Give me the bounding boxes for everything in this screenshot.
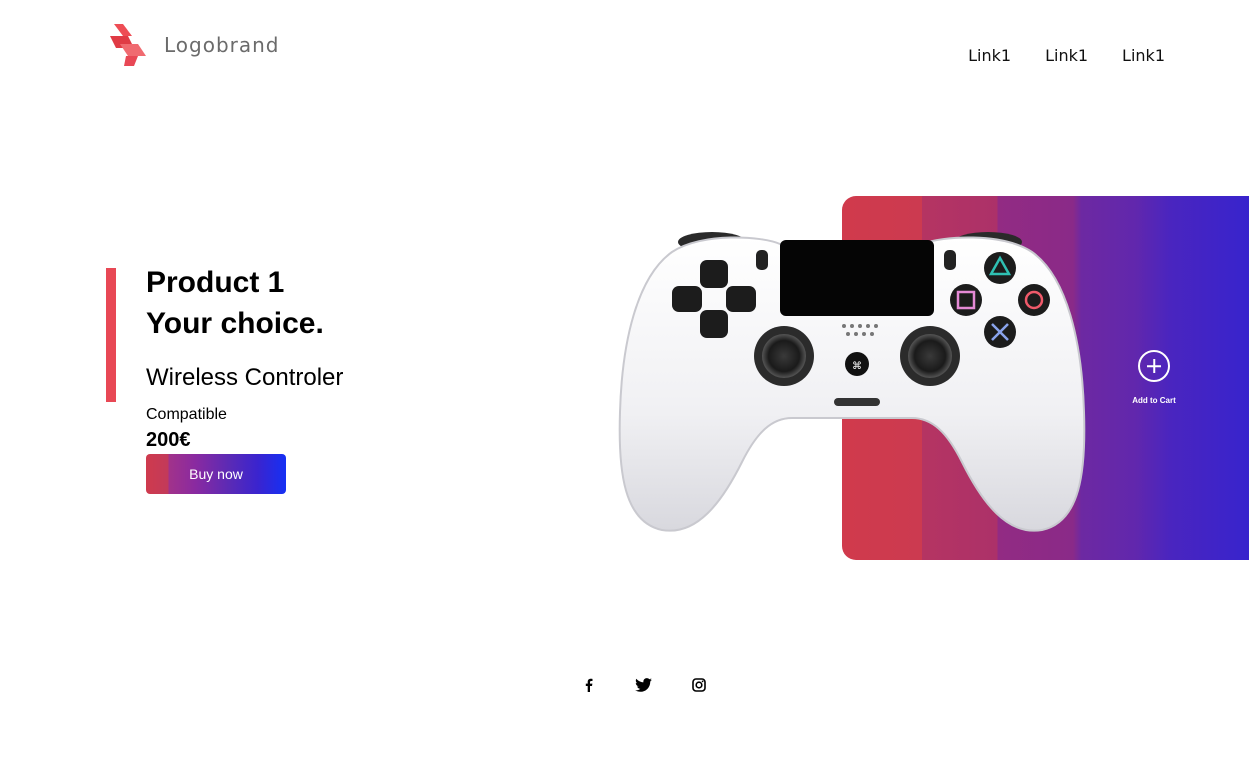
add-to-cart-button[interactable]: Add to Cart <box>1126 350 1182 405</box>
brand-name: Logobrand <box>164 33 280 57</box>
twitter-icon <box>635 678 652 692</box>
twitter-link[interactable] <box>635 678 692 697</box>
product-subtitle: Wireless Controler <box>146 364 344 391</box>
plus-circle-icon <box>1138 350 1170 382</box>
add-to-cart-label: Add to Cart <box>1132 396 1176 405</box>
brand-logo[interactable]: Logobrand <box>108 22 280 68</box>
svg-text:⌘: ⌘ <box>852 361 862 372</box>
title-line-2: Your choice. <box>146 307 324 340</box>
nav-link-1[interactable]: Link1 <box>968 46 1011 65</box>
nav-link-2[interactable]: Link1 <box>1045 46 1088 65</box>
facebook-link[interactable] <box>583 678 635 697</box>
instagram-link[interactable] <box>692 678 706 697</box>
nav-link-3[interactable]: Link1 <box>1122 46 1165 65</box>
title-line-1: Product 1 <box>146 266 285 299</box>
product-price: 200€ <box>146 429 191 451</box>
top-nav: Link1 Link1 Link1 <box>968 46 1165 65</box>
social-links <box>583 678 706 697</box>
buy-now-button[interactable]: Buy now <box>146 454 286 494</box>
compatibility-label: Compatible <box>146 406 227 423</box>
facebook-icon <box>585 678 593 692</box>
instagram-icon <box>692 678 706 692</box>
landing-page: Logobrand Link1 Link1 Link1 Product 1 Yo… <box>0 0 1249 764</box>
product-title: Product 1 Your choice. <box>146 262 324 344</box>
accent-bar <box>106 268 116 402</box>
bolt-logo-icon <box>110 24 146 66</box>
controller-image: ⌘ <box>618 232 1086 532</box>
